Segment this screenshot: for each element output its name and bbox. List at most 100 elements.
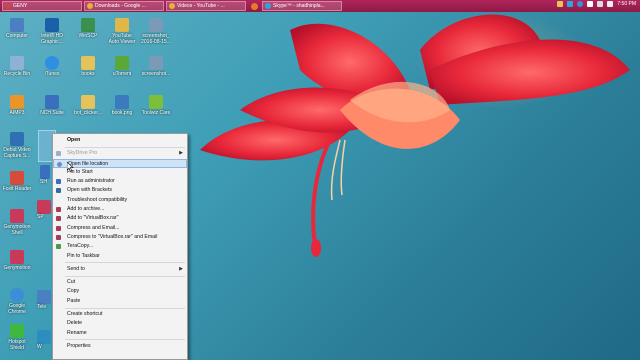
volume-icon[interactable] [597, 1, 604, 7]
taskbar-tab-geny[interactable]: GENY [2, 1, 82, 11]
desktop-icon-computer[interactable]: Computer [2, 18, 32, 39]
firefox-icon [250, 2, 258, 10]
desktop-icon-aimp3[interactable]: AIMP3 [2, 95, 32, 116]
taskbar-app-firefox[interactable] [248, 1, 260, 11]
menu-separator [65, 339, 185, 341]
menu-item-cut[interactable]: Cut [53, 278, 187, 287]
taskbar-tab-downloads[interactable]: Downloads - Google ... [84, 1, 164, 11]
winrar-icon [56, 216, 61, 222]
desktop-icon-intel[interactable]: Intel® HD Graphic... [37, 18, 67, 45]
chrome-icon [10, 288, 24, 302]
desktop-icon-screenshot-1[interactable]: screenshot_ 2016-08-15... [141, 18, 171, 45]
menu-item-run-as-admin[interactable]: Run as administrator [53, 177, 187, 186]
foxit-reader-icon [10, 171, 24, 185]
taskbar-tab-youtube[interactable]: Videos - YouTube - ... [166, 1, 246, 11]
desktop-icon-recycle-bin[interactable]: Recycle Bin [2, 56, 32, 77]
taskbar: GENY Downloads - Google ... Videos - You… [0, 0, 640, 12]
app-icon [37, 200, 51, 214]
menu-item-skydrive-pro[interactable]: SkyDrive Pro ▶ [53, 149, 187, 158]
desktop-icon-label: SP [37, 214, 44, 220]
menu-item-open-with-brackets[interactable]: Open with Brackets [53, 186, 187, 195]
desktop-icon-partial[interactable]: SH [40, 165, 52, 185]
submenu-arrow-icon: ▶ [179, 150, 183, 157]
desktop-icon-utorrent[interactable]: uTorrent [107, 56, 137, 77]
menu-item-troubleshoot[interactable]: Troubleshoot compatibility [53, 196, 187, 205]
genymotion-shell-icon [10, 209, 24, 223]
debut-video-icon [10, 132, 24, 146]
desktop-icon-label: Genymotion [3, 265, 31, 271]
desktop-icon-genymotion[interactable]: Genymotion [2, 250, 32, 271]
menu-item-create-shortcut[interactable]: Create shortcut [53, 310, 187, 319]
skydrive-icon [56, 151, 61, 157]
desktop-icon-partial[interactable]: W [37, 330, 51, 350]
menu-item-send-to[interactable]: Send to ▶ [53, 265, 187, 274]
genymotion-icon [10, 250, 24, 264]
menu-item-label: Compress and Email... [67, 224, 120, 231]
desktop-icon-genymotion-shell[interactable]: Genymotion Shell [2, 209, 32, 236]
desktop-icon-debut[interactable]: Debut Video Capture S... [2, 132, 32, 159]
skype-tray-icon[interactable] [567, 1, 574, 7]
computer-icon [10, 18, 24, 32]
winrar-icon [56, 234, 61, 240]
menu-separator [65, 146, 185, 148]
menu-item-compress-rar-email[interactable]: Compress to "VirtualBox.rar" and Email [53, 233, 187, 242]
menu-item-copy[interactable]: Copy [53, 287, 187, 296]
desktop-icon-label: iTunes [44, 71, 60, 77]
desktop-icon-label: Toolwiz Care [141, 110, 171, 116]
desktop-icon-partial[interactable]: SP [37, 200, 51, 220]
menu-item-add-to-rar[interactable]: Add to "VirtualBox.rar" [53, 214, 187, 223]
folder-icon [81, 95, 95, 109]
chrome-tray-icon[interactable] [577, 1, 584, 7]
desktop-icon-bot-clicker[interactable]: bot_clicker... [73, 95, 103, 116]
menu-item-paste[interactable]: Paste [53, 297, 187, 306]
menu-item-label: Open with Brackets [67, 187, 112, 194]
clock[interactable]: 7:50 PM [617, 1, 636, 7]
menu-item-delete[interactable]: Delete [53, 319, 187, 328]
menu-item-label: Send to [67, 265, 85, 272]
desktop-icon-hotspot-shield[interactable]: Hotspot Shield [2, 324, 32, 351]
skype-icon [265, 3, 271, 9]
app-icon [37, 290, 51, 304]
taskbar-tab-skype[interactable]: Skype™ - shadhinpla... [262, 1, 342, 11]
menu-item-label: Properties [67, 342, 91, 349]
menu-item-teracopy[interactable]: TeraCopy... [53, 242, 187, 251]
desktop-icon-screenshot-2[interactable]: screenshot... [141, 56, 171, 77]
desktop-icon-foxit[interactable]: Foxit Reader [2, 171, 32, 192]
desktop-icon-label: uTorrent [112, 71, 132, 77]
menu-item-open[interactable]: Open [53, 136, 187, 145]
folder-icon[interactable] [557, 1, 564, 7]
desktop-icon-label: W [37, 344, 42, 350]
brackets-icon [56, 188, 61, 194]
menu-item-pin-to-taskbar[interactable]: Pin to Taskbar [53, 252, 187, 261]
desktop-icon-itunes[interactable]: iTunes [37, 56, 67, 77]
folder-location-icon [57, 161, 62, 167]
desktop-icon-book-png[interactable]: book.png [107, 95, 137, 116]
system-tray: 7:50 PM [557, 1, 636, 7]
chrome-icon [87, 3, 93, 9]
menu-item-add-to-archive[interactable]: Add to archive... [53, 205, 187, 214]
desktop-icon-chrome[interactable]: Google Chrome [2, 288, 32, 315]
folder-icon [81, 56, 95, 70]
folder-icon [115, 18, 129, 32]
itunes-icon [45, 56, 59, 70]
desktop-icon-label: bot_clicker... [74, 110, 102, 116]
desktop-icon-winscp[interactable]: WinSCP [73, 18, 103, 39]
submenu-arrow-icon: ▶ [179, 265, 183, 272]
menu-item-label: Cut [67, 279, 76, 286]
mouse-cursor-icon [67, 162, 74, 172]
intel-graphics-icon [45, 18, 59, 32]
image-file-icon [149, 56, 163, 70]
menu-item-rename[interactable]: Rename [53, 329, 187, 338]
desktop-icon-youtube-auto-viewer[interactable]: YouTube Auto Viewer [107, 18, 137, 45]
menu-item-properties[interactable]: Properties [53, 342, 187, 351]
desktop-icon-nch-suite[interactable]: NCH Suite [37, 95, 67, 116]
menu-item-compress-email[interactable]: Compress and Email... [53, 224, 187, 233]
recycle-bin-icon [10, 56, 24, 70]
desktop-icon-partial[interactable]: Tele [37, 290, 53, 310]
network-icon[interactable] [587, 1, 594, 7]
menu-separator [65, 307, 185, 309]
desktop-icon-books[interactable]: books [73, 56, 103, 77]
desktop-icon-label: screenshot... [141, 71, 171, 77]
flag-icon[interactable] [607, 1, 614, 7]
desktop-icon-toolwiz-care[interactable]: Toolwiz Care [141, 95, 171, 116]
